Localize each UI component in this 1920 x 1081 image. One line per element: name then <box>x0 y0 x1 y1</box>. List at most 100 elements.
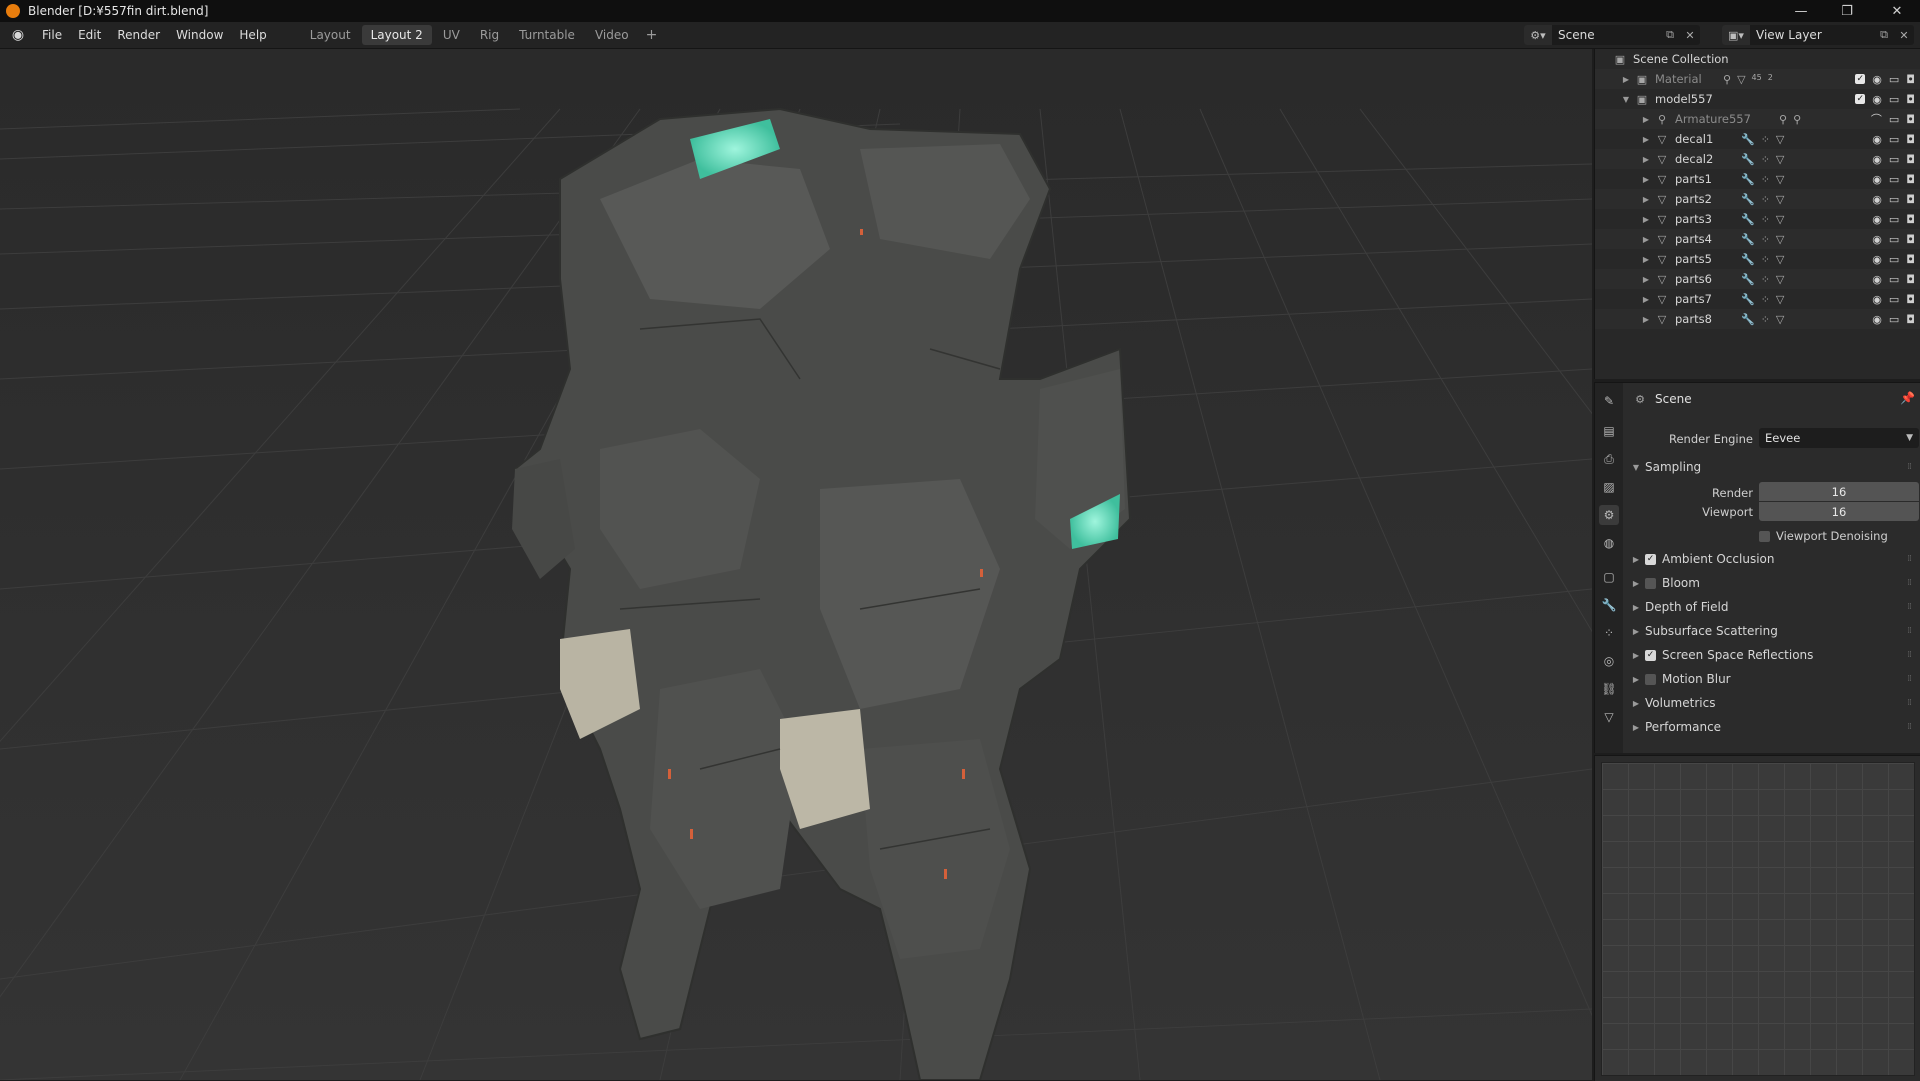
output-tab-icon[interactable]: ⎙ <box>1599 449 1619 469</box>
material-icon[interactable]: ⁘ <box>1761 213 1770 226</box>
expand-arrow-icon[interactable]: ▶ <box>1641 315 1651 324</box>
panel-enable-checkbox[interactable] <box>1645 577 1656 589</box>
expand-arrow-icon[interactable]: ▶ <box>1641 175 1651 184</box>
exclude-checkbox[interactable]: ✓ <box>1855 94 1866 104</box>
material-icon[interactable]: ⁘ <box>1761 193 1770 206</box>
outliner-object-row[interactable]: ▶ ▽ parts3 🔧 ⁘ ▽ ◉ ▭ ◘ <box>1595 209 1920 229</box>
camera-icon[interactable]: ◘ <box>1906 73 1915 86</box>
render-panel-header[interactable]: ▶ Depth of Field ⁞⁞ <box>1631 596 1917 618</box>
viewport-disable-icon[interactable]: ▭ <box>1889 253 1899 266</box>
view-layer-tab-icon[interactable]: ▨ <box>1599 477 1619 497</box>
camera-icon[interactable]: ◘ <box>1906 113 1915 126</box>
scene-selector[interactable]: ⚙▾ Scene ⧉ ✕ <box>1524 25 1700 45</box>
wrench-modifier-icon[interactable]: 🔧 <box>1741 273 1755 286</box>
tab-layout-2[interactable]: Layout 2 <box>361 25 432 45</box>
expand-arrow-icon[interactable]: ▶ <box>1641 135 1651 144</box>
drag-grip-icon[interactable]: ⁞⁞ <box>1907 626 1912 636</box>
world-tab-icon[interactable]: ◍ <box>1599 533 1619 553</box>
mesh-data-icon[interactable]: ▽ <box>1776 173 1784 186</box>
mesh-data-icon[interactable]: ▽ <box>1776 253 1784 266</box>
eye-icon[interactable]: ⌒ <box>1871 111 1882 127</box>
camera-icon[interactable]: ◘ <box>1906 133 1915 146</box>
camera-icon[interactable]: ◘ <box>1906 93 1915 106</box>
camera-icon[interactable]: ◘ <box>1906 233 1915 246</box>
viewport-disable-icon[interactable]: ▭ <box>1889 153 1899 166</box>
wrench-modifier-icon[interactable]: 🔧 <box>1741 193 1755 206</box>
wrench-modifier-icon[interactable]: 🔧 <box>1741 293 1755 306</box>
image-editor-area[interactable] <box>1594 755 1920 1081</box>
viewport-disable-icon[interactable]: ▭ <box>1889 93 1899 106</box>
tool-tab-icon[interactable]: ✎ <box>1599 391 1619 411</box>
minimize-icon[interactable]: — <box>1778 0 1824 22</box>
viewport-disable-icon[interactable]: ▭ <box>1889 273 1899 286</box>
tab-turntable[interactable]: Turntable <box>510 25 584 45</box>
eye-icon[interactable]: ◉ <box>1872 193 1882 206</box>
wrench-modifier-icon[interactable]: 🔧 <box>1741 213 1755 226</box>
mesh-data-icon[interactable]: ▽ <box>1776 153 1784 166</box>
render-panel-header[interactable]: ▶ Motion Blur ⁞⁞ <box>1631 668 1917 690</box>
collapse-arrow-icon[interactable]: ▼ <box>1621 95 1631 104</box>
camera-icon[interactable]: ◘ <box>1906 293 1915 306</box>
scene-name[interactable]: Scene <box>1552 28 1660 42</box>
viewport-disable-icon[interactable]: ▭ <box>1889 173 1899 186</box>
viewport-disable-icon[interactable]: ▭ <box>1889 313 1899 326</box>
camera-icon[interactable]: ◘ <box>1906 313 1915 326</box>
material-icon[interactable]: ⁘ <box>1761 293 1770 306</box>
wrench-modifier-icon[interactable]: 🔧 <box>1741 173 1755 186</box>
delete-view-layer-icon[interactable]: ✕ <box>1894 25 1914 45</box>
pin-icon[interactable]: 📌 <box>1900 391 1915 405</box>
viewport-disable-icon[interactable]: ▭ <box>1889 113 1899 126</box>
mesh-data-icon[interactable]: ▽ <box>1776 273 1784 286</box>
material-icon[interactable]: ⁘ <box>1761 313 1770 326</box>
eye-icon[interactable]: ◉ <box>1872 233 1882 246</box>
expand-arrow-icon[interactable]: ▶ <box>1641 195 1651 204</box>
eye-icon[interactable]: ◉ <box>1872 313 1882 326</box>
new-view-layer-icon[interactable]: ⧉ <box>1874 25 1894 45</box>
object-tab-icon[interactable]: ▢ <box>1599 567 1619 587</box>
viewport-samples-field[interactable]: 16 <box>1759 502 1919 521</box>
viewport-disable-icon[interactable]: ▭ <box>1889 73 1899 86</box>
mesh-data-icon[interactable]: ▽ <box>1776 133 1784 146</box>
render-samples-field[interactable]: 16 <box>1759 482 1919 501</box>
outliner-collection-material[interactable]: ▶ ▣ Material ⚲ ▽ 45 2 ✓ ◉ ▭ ◘ <box>1595 69 1920 89</box>
viewport-disable-icon[interactable]: ▭ <box>1889 293 1899 306</box>
eye-icon[interactable]: ◉ <box>1872 73 1882 86</box>
outliner-scene-collection[interactable]: ▣ Scene Collection <box>1595 49 1920 69</box>
drag-grip-icon[interactable]: ⁞⁞ <box>1907 578 1912 588</box>
scene-tab-icon[interactable]: ⚙ <box>1599 505 1619 525</box>
expand-arrow-icon[interactable]: ▶ <box>1641 235 1651 244</box>
outliner-object-row[interactable]: ▶ ▽ parts7 🔧 ⁘ ▽ ◉ ▭ ◘ <box>1595 289 1920 309</box>
outliner-collection-model557[interactable]: ▼ ▣ model557 ✓ ◉ ▭ ◘ <box>1595 89 1920 109</box>
panel-enable-checkbox[interactable] <box>1645 673 1656 685</box>
outliner-object-row[interactable]: ▶ ▽ decal1 🔧 ⁘ ▽ ◉ ▭ ◘ <box>1595 129 1920 149</box>
camera-icon[interactable]: ◘ <box>1906 193 1915 206</box>
expand-arrow-icon[interactable]: ▶ <box>1641 255 1651 264</box>
wrench-modifier-icon[interactable]: 🔧 <box>1741 253 1755 266</box>
add-workspace-button[interactable]: + <box>640 27 664 43</box>
pose-icon[interactable]: ⚲ <box>1779 113 1787 126</box>
expand-arrow-icon[interactable]: ▶ <box>1621 75 1631 84</box>
mesh-data-icon[interactable]: ▽ <box>1776 193 1784 206</box>
physics-tab-icon[interactable]: ◎ <box>1599 651 1619 671</box>
viewport-disable-icon[interactable]: ▭ <box>1889 213 1899 226</box>
armature-data-icon[interactable]: ⚲ <box>1793 113 1801 126</box>
wrench-modifier-icon[interactable]: 🔧 <box>1741 313 1755 326</box>
panel-enable-checkbox[interactable]: ✓ <box>1645 649 1656 661</box>
drag-grip-icon[interactable]: ⁞⁞ <box>1907 650 1912 660</box>
data-tab-icon[interactable]: ▽ <box>1599 707 1619 727</box>
render-panel-header[interactable]: ▶ ✓ Ambient Occlusion ⁞⁞ <box>1631 548 1917 570</box>
constraints-tab-icon[interactable]: ⛓ <box>1599 679 1619 699</box>
tab-video[interactable]: Video <box>586 25 638 45</box>
mesh-data-icon[interactable]: ▽ <box>1776 233 1784 246</box>
outliner-object-row[interactable]: ▶ ▽ parts6 🔧 ⁘ ▽ ◉ ▭ ◘ <box>1595 269 1920 289</box>
new-scene-icon[interactable]: ⧉ <box>1660 25 1680 45</box>
wrench-modifier-icon[interactable]: 🔧 <box>1741 133 1755 146</box>
view-layer-selector[interactable]: ▣▾ View Layer ⧉ ✕ <box>1722 25 1914 45</box>
expand-arrow-icon[interactable]: ▶ <box>1641 275 1651 284</box>
menu-window[interactable]: Window <box>168 22 231 48</box>
outliner-object-row[interactable]: ▶ ⚲ Armature557 ⚲ ⚲ ⌒ ▭ ◘ <box>1595 109 1920 129</box>
render-panel-header[interactable]: ▶ Subsurface Scattering ⁞⁞ <box>1631 620 1917 642</box>
mesh-data-icon[interactable]: ▽ <box>1776 313 1784 326</box>
eye-icon[interactable]: ◉ <box>1872 93 1882 106</box>
camera-icon[interactable]: ◘ <box>1906 153 1915 166</box>
